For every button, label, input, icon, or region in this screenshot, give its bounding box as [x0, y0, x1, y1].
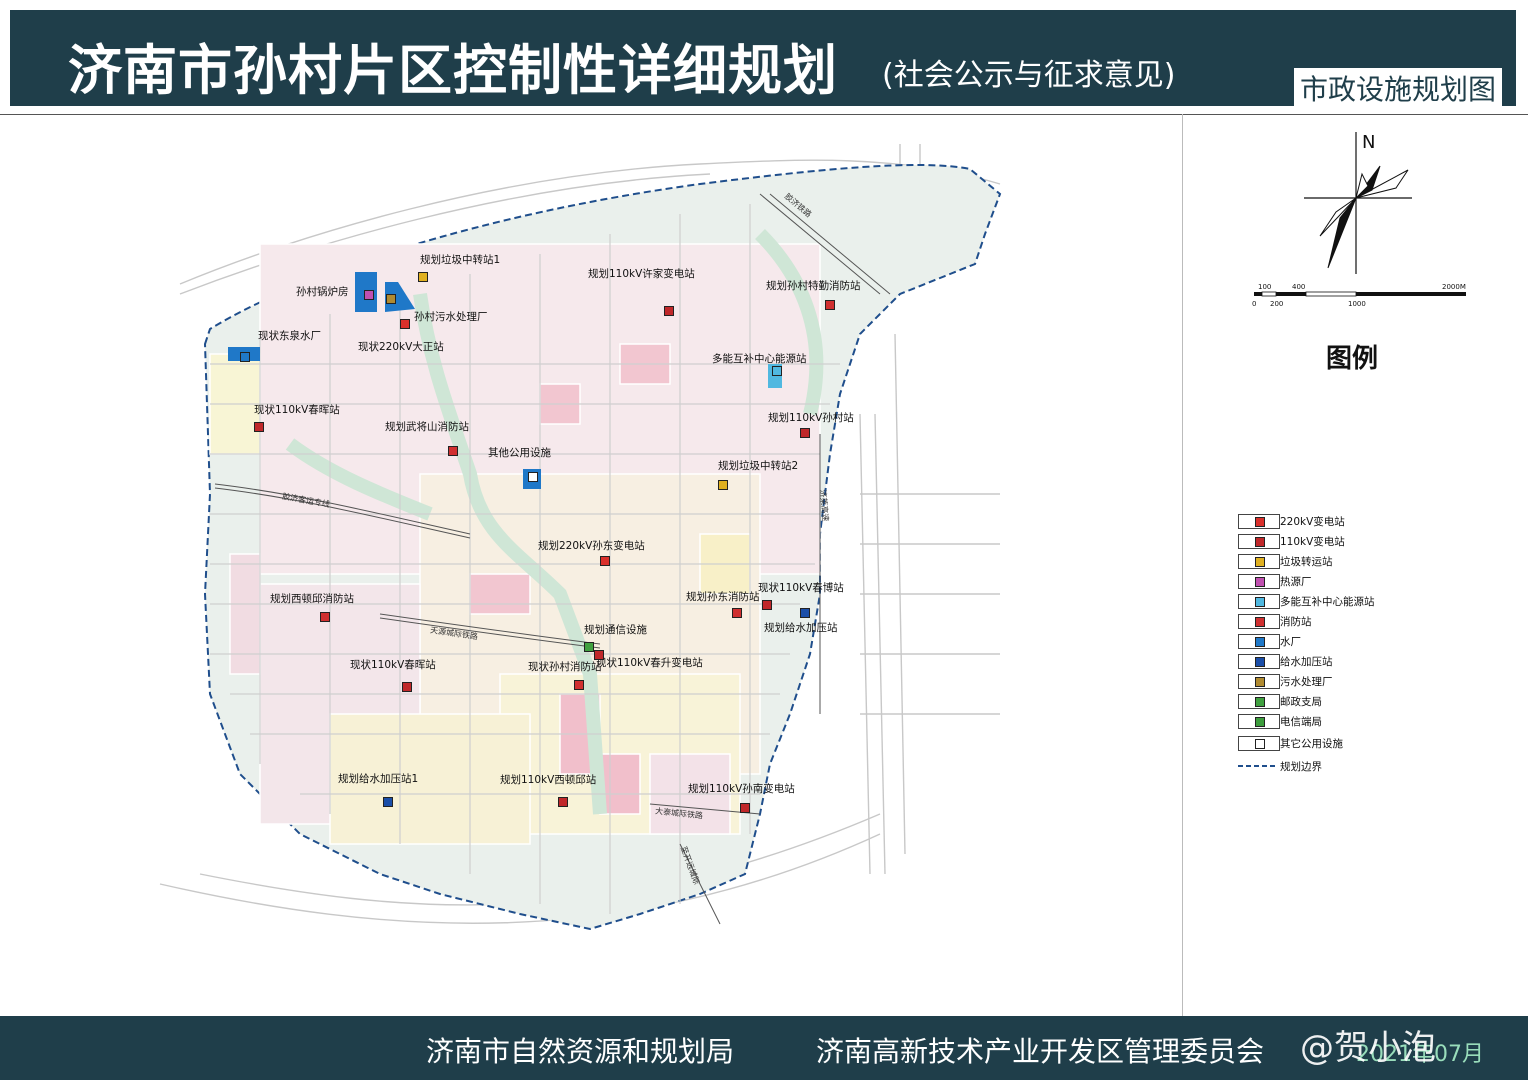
- booster-pump-icon: [383, 797, 393, 807]
- fire-station-icon: [825, 300, 835, 310]
- scale-tick: 400: [1292, 283, 1305, 291]
- facility-label: 规划垃圾中转站1: [420, 254, 501, 266]
- facility-label: 多能互补中心能源站: [712, 353, 807, 365]
- public-facility-icon: [528, 472, 538, 482]
- legend-title: 图例: [1326, 344, 1379, 374]
- public-facility-icon: [1255, 739, 1265, 749]
- facility-label: 其他公用设施: [488, 447, 551, 459]
- footer-bar: 济南市自然资源和规划局 济南高新技术产业开发区管理委员会 2021年07月: [0, 1016, 1528, 1080]
- water-plant-icon: [1255, 637, 1265, 647]
- legend-divider: [1182, 114, 1183, 1016]
- facility-label: 规划孙东消防站: [686, 591, 760, 603]
- booster-pump-icon: [800, 608, 810, 618]
- facility-label: 孙村锅炉房: [296, 286, 349, 298]
- facility-label: 规划通信设施: [584, 624, 647, 636]
- substation-110kv-icon: [740, 803, 750, 813]
- north-label: N: [1362, 132, 1375, 153]
- facility-label: 规划110kV西顿邱站: [500, 774, 597, 786]
- facility-label: 规划垃圾中转站2: [718, 460, 799, 472]
- garbage-station-icon: [418, 272, 428, 282]
- facility-label: 规划武将山消防站: [385, 421, 469, 433]
- energy-station-icon: [772, 366, 782, 376]
- page-title: 济南市孙村片区控制性详细规划: [68, 39, 838, 102]
- heat-plant-icon: [364, 290, 374, 300]
- footer-org-right: 济南高新技术产业开发区管理委员会: [816, 1035, 1265, 1068]
- fire-station-icon: [1255, 617, 1265, 627]
- substation-220kv-icon: [600, 556, 610, 566]
- substation-220kv-icon: [400, 319, 410, 329]
- garbage-station-icon: [1255, 557, 1265, 567]
- substation-110kv-icon: [664, 306, 674, 316]
- facility-label: 规划孙村特勤消防站: [766, 280, 861, 292]
- fire-station-icon: [574, 680, 584, 690]
- facility-label: 现状东泉水厂: [258, 330, 321, 342]
- post-office-icon: [1255, 697, 1265, 707]
- substation-110kv-icon: [800, 428, 810, 438]
- substation-110kv-icon: [558, 797, 568, 807]
- facility-label: 规划给水加压站1: [338, 773, 419, 785]
- facility-label: 现状220kV大正站: [358, 341, 444, 353]
- boundary-line-icon: [1238, 765, 1278, 767]
- scale-tick: 0: [1252, 300, 1256, 308]
- sewage-plant-icon: [386, 294, 396, 304]
- page-subtitle: (社会公示与征求意见): [882, 58, 1176, 93]
- facility-label: 现状孙村消防站: [528, 661, 602, 673]
- substation-110kv-icon: [402, 682, 412, 692]
- sewage-plant-icon: [1255, 677, 1265, 687]
- footer-org-left: 济南市自然资源和规划局: [426, 1035, 735, 1068]
- substation-110kv-icon: [1255, 537, 1265, 547]
- facility-label: 现状110kV春晖站: [350, 659, 436, 671]
- booster-pump-icon: [1255, 657, 1265, 667]
- energy-station-icon: [1255, 597, 1265, 607]
- watermark: @贺小泡: [1300, 1028, 1436, 1068]
- garbage-station-icon: [718, 480, 728, 490]
- scale-tick: 2000M: [1442, 283, 1466, 291]
- facility-label: 现状110kV春博站: [758, 582, 844, 594]
- fire-station-icon: [732, 608, 742, 618]
- facility-label: 规划西顿邱消防站: [270, 593, 354, 605]
- scale-tick: 200: [1270, 300, 1283, 308]
- facility-label: 规划给水加压站: [764, 622, 838, 634]
- facility-label: 规划110kV许家变电站: [588, 268, 695, 280]
- substation-110kv-icon: [254, 422, 264, 432]
- fire-station-icon: [448, 446, 458, 456]
- sheet-title: 市政设施规划图: [1293, 68, 1502, 108]
- fire-station-icon: [320, 612, 330, 622]
- facility-label: 现状110kV春晖站: [254, 404, 340, 416]
- telecom-office-icon: [1255, 717, 1265, 727]
- facility-label: 现状110kV春升变电站: [596, 657, 703, 669]
- substation-220kv-icon: [1255, 517, 1265, 527]
- telecom-facility-icon: [584, 642, 594, 652]
- scale-tick: 100: [1258, 283, 1271, 291]
- north-arrow-icon: N: [1304, 132, 1412, 274]
- substation-110kv-icon: [594, 650, 604, 660]
- facility-label: 规划220kV孙东变电站: [538, 540, 645, 552]
- facility-label: 规划110kV孙村站: [768, 412, 854, 424]
- header-bar: 济南市孙村片区控制性详细规划 (社会公示与征求意见) 市政设施规划图: [10, 10, 1516, 108]
- facility-label: 规划110kV孙南变电站: [688, 783, 795, 795]
- heat-plant-icon: [1255, 577, 1265, 587]
- substation-110kv-icon: [762, 600, 772, 610]
- facility-label: 孙村污水处理厂: [414, 311, 488, 323]
- scale-tick: 1000: [1348, 300, 1366, 308]
- water-plant-icon: [240, 352, 250, 362]
- scale-bar: 0 100 200 400 1000 2000M: [1252, 283, 1466, 308]
- planning-map: [159, 144, 1002, 931]
